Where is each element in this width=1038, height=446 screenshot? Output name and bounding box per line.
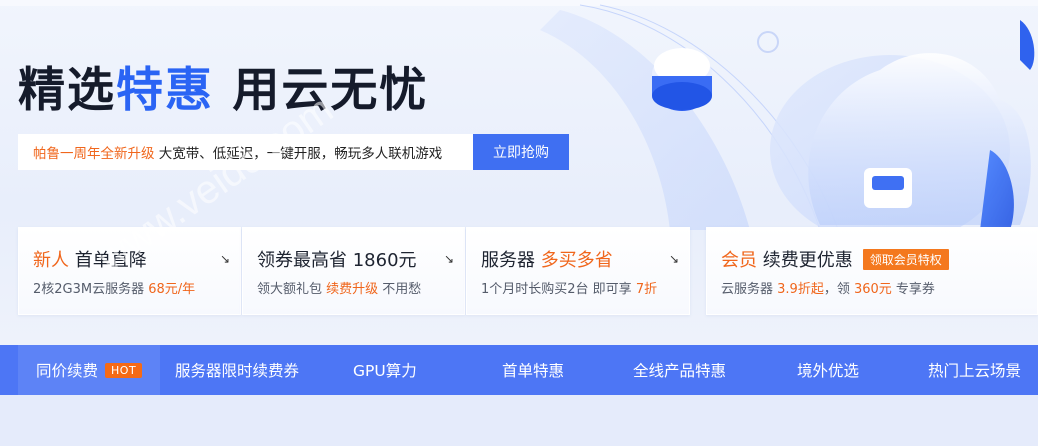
card-sub-text: 1个月时长购买2台 即可享 <box>481 282 636 297</box>
tab-overseas[interactable]: 境外优选 <box>797 345 859 395</box>
arrow-down-right-icon: ↘ <box>219 252 230 266</box>
tab-gpu[interactable]: GPU算力 <box>353 345 417 395</box>
card-title-text: 首单直降 <box>69 250 147 271</box>
arrow-down-right-icon: ↘ <box>668 252 679 266</box>
card-title: 会员 续费更优惠 领取会员特权 <box>721 246 949 272</box>
card-title-accent: 会员 <box>721 250 757 271</box>
promo-text: 帕鲁一周年全新升级 大宽带、低延迟，一键开服，畅玩多人联机游戏 <box>18 142 473 162</box>
promo-description: 大宽带、低延迟，一键开服，畅玩多人联机游戏 <box>154 146 443 162</box>
card-sub-price: 68元/年 <box>144 282 196 297</box>
card-subtitle: 1个月时长购买2台 即可享 7折 <box>481 278 657 297</box>
card-sub-text: 领大额礼包 <box>257 282 327 297</box>
offer-card-coupon[interactable]: 领券最高省 1860元 领大额礼包 续费升级 不用愁 ↘ <box>242 227 465 315</box>
tab-first-order[interactable]: 首单特惠 <box>502 345 564 395</box>
cube-block-icon <box>864 168 912 208</box>
offer-card-member[interactable]: 会员 续费更优惠 领取会员特权 云服务器 3.9折起，领 360元 专享券 <box>706 227 1038 315</box>
coin-stack-icon <box>652 48 712 111</box>
tab-renewal[interactable]: 同价续费 HOT <box>18 345 161 395</box>
card-title: 新人 首单直降 <box>33 246 147 272</box>
card-sub-coupon: 360元 <box>853 282 892 297</box>
hot-badge: HOT <box>105 362 143 378</box>
hero-banner: 精选特惠 用云无忧 帕鲁一周年全新升级 大宽带、低延迟，一键开服，畅玩多人联机游… <box>0 0 1038 345</box>
card-subtitle: 领大额礼包 续费升级 不用愁 <box>257 278 421 297</box>
card-subtitle: 云服务器 3.9折起，领 360元 专享券 <box>721 278 935 297</box>
card-sub-discount: 7折 <box>635 282 658 297</box>
headline-part1: 精选 <box>18 63 116 118</box>
buy-now-button[interactable]: 立即抢购 <box>473 134 569 170</box>
card-title-accent: 新人 <box>33 250 69 271</box>
card-sub-text-end: 专享券 <box>891 282 935 297</box>
card-title: 领券最高省 1860元 <box>257 246 417 272</box>
tab-cloud-scenarios[interactable]: 热门上云场景 <box>928 345 1021 395</box>
card-title-accent: 多买多省 <box>540 250 613 271</box>
promo-bar: 帕鲁一周年全新升级 大宽带、低延迟，一键开服，畅玩多人联机游戏 立即抢购 <box>18 134 569 170</box>
card-sub-highlight: 续费升级 <box>326 282 379 297</box>
card-title: 服务器 多买多省 <box>481 246 613 272</box>
card-sub-text-mid: ，领 <box>823 282 854 297</box>
card-title-text: 续费更优惠 <box>757 250 853 271</box>
card-sub-discount: 3.9折起 <box>777 282 824 297</box>
promo-highlight: 帕鲁一周年全新升级 <box>33 146 155 162</box>
member-privilege-button[interactable]: 领取会员特权 <box>862 249 949 270</box>
arrow-down-right-icon: ↘ <box>443 252 454 266</box>
page-title: 精选特惠 用云无忧 <box>18 62 428 120</box>
tab-renewal-coupon[interactable]: 服务器限时续费券 <box>175 345 299 395</box>
tab-all-products[interactable]: 全线产品特惠 <box>633 345 726 395</box>
offer-card-newuser[interactable]: 新人 首单直降 2核2G3M云服务器 68元/年 ↘ <box>18 227 241 315</box>
content-area <box>0 395 1038 446</box>
headline-accent: 特惠 <box>116 63 214 118</box>
card-subtitle: 2核2G3M云服务器 68元/年 <box>33 278 195 297</box>
category-nav: 同价续费 HOT 服务器限时续费券 GPU算力 首单特惠 全线产品特惠 境外优选 … <box>0 345 1038 395</box>
tab-label: 同价续费 <box>36 362 99 380</box>
card-sub-text-end: 不用愁 <box>378 282 422 297</box>
card-title-text: 服务器 <box>481 250 541 271</box>
headline-part2: 用云无忧 <box>214 63 429 118</box>
offer-card-server[interactable]: 服务器 多买多省 1个月时长购买2台 即可享 7折 ↘ <box>466 227 690 315</box>
card-title-text: 领券最高省 1860元 <box>257 250 417 271</box>
card-sub-text: 2核2G3M云服务器 <box>33 282 145 297</box>
card-sub-text: 云服务器 <box>721 282 778 297</box>
